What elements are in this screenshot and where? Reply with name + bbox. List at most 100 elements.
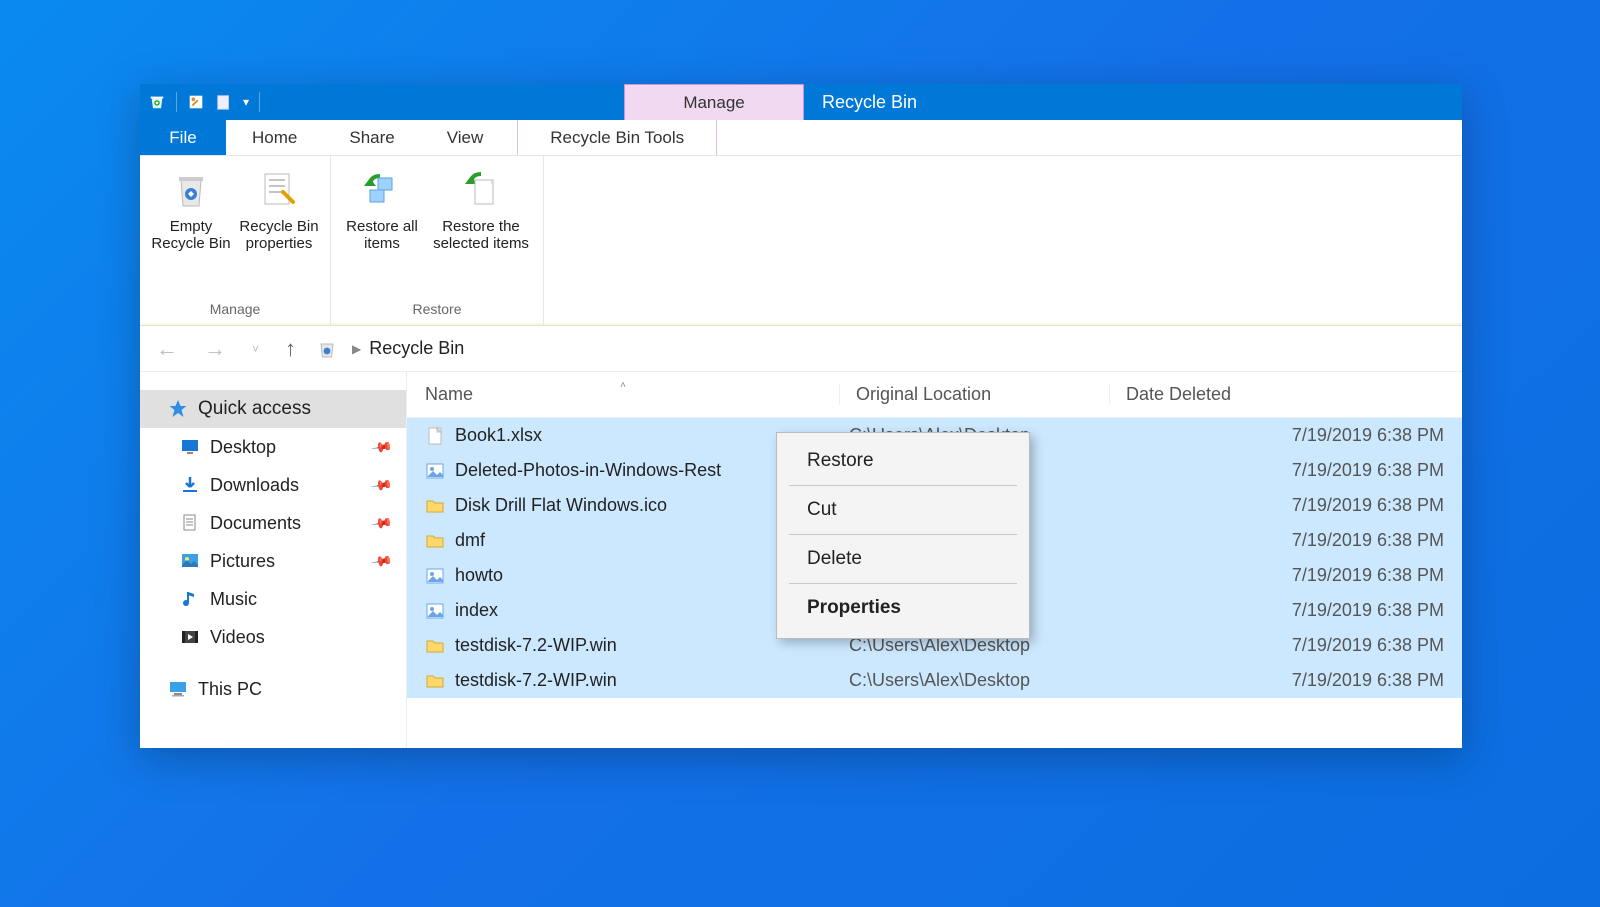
contextual-tab-manage[interactable]: Manage — [624, 84, 804, 120]
sidebar-item-label: Documents — [210, 513, 301, 534]
column-header-original-location[interactable]: Original Location — [839, 384, 1109, 405]
button-label: Restore all items — [341, 218, 423, 252]
button-label: Empty Recycle Bin — [150, 218, 232, 252]
file-date-deleted: 7/19/2019 6:38 PM — [1125, 425, 1462, 446]
separator — [259, 92, 260, 112]
tab-home[interactable]: Home — [226, 120, 323, 155]
column-header-name[interactable]: ˄ Name — [407, 384, 839, 405]
tab-share[interactable]: Share — [323, 120, 420, 155]
sidebar-item-label: Desktop — [210, 437, 276, 458]
back-button[interactable]: ← — [150, 336, 184, 362]
restore-all-items-button[interactable]: Restore all items — [341, 164, 423, 299]
sidebar-item-downloads[interactable]: Downloads 📌 — [140, 466, 406, 504]
context-menu-properties[interactable]: Properties — [779, 586, 1027, 630]
sidebar-item-label: Pictures — [210, 551, 275, 572]
explorer-window: ▾ Manage Recycle Bin File Home Share Vie… — [140, 84, 1462, 748]
pin-icon: 📌 — [369, 511, 393, 535]
ribbon-group-restore: Restore all items Restore the selected i… — [331, 156, 544, 325]
this-pc-icon — [168, 679, 188, 699]
sidebar-item-desktop[interactable]: Desktop 📌 — [140, 428, 406, 466]
context-menu-restore[interactable]: Restore — [779, 439, 1027, 483]
quick-access-toolbar: ▾ — [140, 84, 268, 120]
sidebar-item-documents[interactable]: Documents 📌 — [140, 504, 406, 542]
sort-indicator-icon: ˄ — [620, 380, 626, 391]
navigation-pane: Quick access Desktop 📌 Downloads 📌 Docum… — [140, 372, 407, 748]
address-bar[interactable]: ▶ Recycle Bin — [316, 338, 1452, 360]
pictures-icon — [180, 551, 200, 571]
ribbon: Empty Recycle Bin Recycle Bin properties… — [140, 156, 1462, 326]
desktop-icon — [180, 437, 200, 457]
recycle-bin-icon — [316, 338, 338, 360]
file-type-icon — [425, 636, 445, 656]
sidebar-item-label: Music — [210, 589, 257, 610]
tab-file[interactable]: File — [140, 120, 226, 155]
qat-dropdown-icon[interactable]: ▾ — [243, 95, 249, 109]
file-date-deleted: 7/19/2019 6:38 PM — [1125, 530, 1462, 551]
sidebar-item-label: Videos — [210, 627, 265, 648]
sidebar-item-this-pc[interactable]: This PC — [140, 670, 406, 708]
restore-all-icon — [362, 170, 402, 210]
file-name: testdisk-7.2-WIP.win — [455, 670, 849, 691]
pin-icon: 📌 — [369, 473, 393, 497]
sidebar-item-label: This PC — [198, 679, 262, 700]
up-button[interactable]: ↑ — [279, 336, 302, 362]
file-date-deleted: 7/19/2019 6:38 PM — [1125, 670, 1462, 691]
file-date-deleted: 7/19/2019 6:38 PM — [1125, 635, 1462, 656]
videos-icon — [180, 627, 200, 647]
window-title: Recycle Bin — [822, 84, 917, 120]
file-row[interactable]: testdisk-7.2-WIP.winC:\Users\Alex\Deskto… — [407, 663, 1462, 698]
forward-button[interactable]: → — [198, 336, 232, 362]
new-folder-icon[interactable] — [215, 93, 233, 111]
sidebar-item-quick-access[interactable]: Quick access — [140, 390, 406, 428]
sidebar-item-label: Downloads — [210, 475, 299, 496]
file-date-deleted: 7/19/2019 6:38 PM — [1125, 495, 1462, 516]
file-original-location: C:\Users\Alex\Desktop — [849, 670, 1125, 691]
context-menu: Restore Cut Delete Properties — [776, 432, 1030, 639]
button-label: Restore the selected items — [429, 218, 533, 252]
separator — [789, 485, 1017, 486]
recent-locations-dropdown[interactable]: ˅ — [246, 342, 265, 356]
titlebar: ▾ Manage Recycle Bin — [140, 84, 1462, 120]
empty-recycle-bin-button[interactable]: Empty Recycle Bin — [150, 164, 232, 299]
tab-recycle-bin-tools[interactable]: Recycle Bin Tools — [517, 120, 717, 155]
properties-icon[interactable] — [187, 93, 205, 111]
downloads-icon — [180, 475, 200, 495]
chevron-right-icon: ▶ — [352, 342, 361, 356]
ribbon-group-manage: Empty Recycle Bin Recycle Bin properties… — [140, 156, 331, 325]
column-header-date-deleted[interactable]: Date Deleted — [1109, 384, 1462, 405]
properties-list-icon — [259, 170, 299, 210]
pin-icon: 📌 — [369, 435, 393, 459]
sidebar-item-pictures[interactable]: Pictures 📌 — [140, 542, 406, 580]
navigation-bar: ← → ˅ ↑ ▶ Recycle Bin — [140, 326, 1462, 372]
tab-view[interactable]: View — [421, 120, 510, 155]
file-list-pane: ˄ Name Original Location Date Deleted Bo… — [407, 372, 1462, 748]
restore-selected-items-button[interactable]: Restore the selected items — [429, 164, 533, 299]
content-area: Quick access Desktop 📌 Downloads 📌 Docum… — [140, 372, 1462, 748]
button-label: Recycle Bin properties — [238, 218, 320, 252]
ribbon-group-label: Manage — [210, 301, 261, 317]
context-menu-delete[interactable]: Delete — [779, 537, 1027, 581]
separator — [176, 92, 177, 112]
recycle-bin-properties-button[interactable]: Recycle Bin properties — [238, 164, 320, 299]
file-type-icon — [425, 671, 445, 691]
file-date-deleted: 7/19/2019 6:38 PM — [1125, 460, 1462, 481]
sidebar-item-label: Quick access — [198, 398, 311, 420]
trash-icon — [171, 170, 211, 210]
ribbon-tabs: File Home Share View Recycle Bin Tools — [140, 120, 1462, 156]
recycle-bin-icon — [148, 93, 166, 111]
restore-selected-icon — [461, 170, 501, 210]
breadcrumb-location: Recycle Bin — [369, 338, 464, 359]
documents-icon — [180, 513, 200, 533]
sidebar-item-music[interactable]: Music — [140, 580, 406, 618]
context-menu-cut[interactable]: Cut — [779, 488, 1027, 532]
file-type-icon — [425, 461, 445, 481]
column-headers: ˄ Name Original Location Date Deleted — [407, 372, 1462, 418]
file-type-icon — [425, 566, 445, 586]
sidebar-item-videos[interactable]: Videos — [140, 618, 406, 656]
file-type-icon — [425, 601, 445, 621]
file-type-icon — [425, 426, 445, 446]
music-icon — [180, 589, 200, 609]
file-date-deleted: 7/19/2019 6:38 PM — [1125, 600, 1462, 621]
column-label: Name — [425, 384, 473, 404]
pin-icon: 📌 — [369, 549, 393, 573]
